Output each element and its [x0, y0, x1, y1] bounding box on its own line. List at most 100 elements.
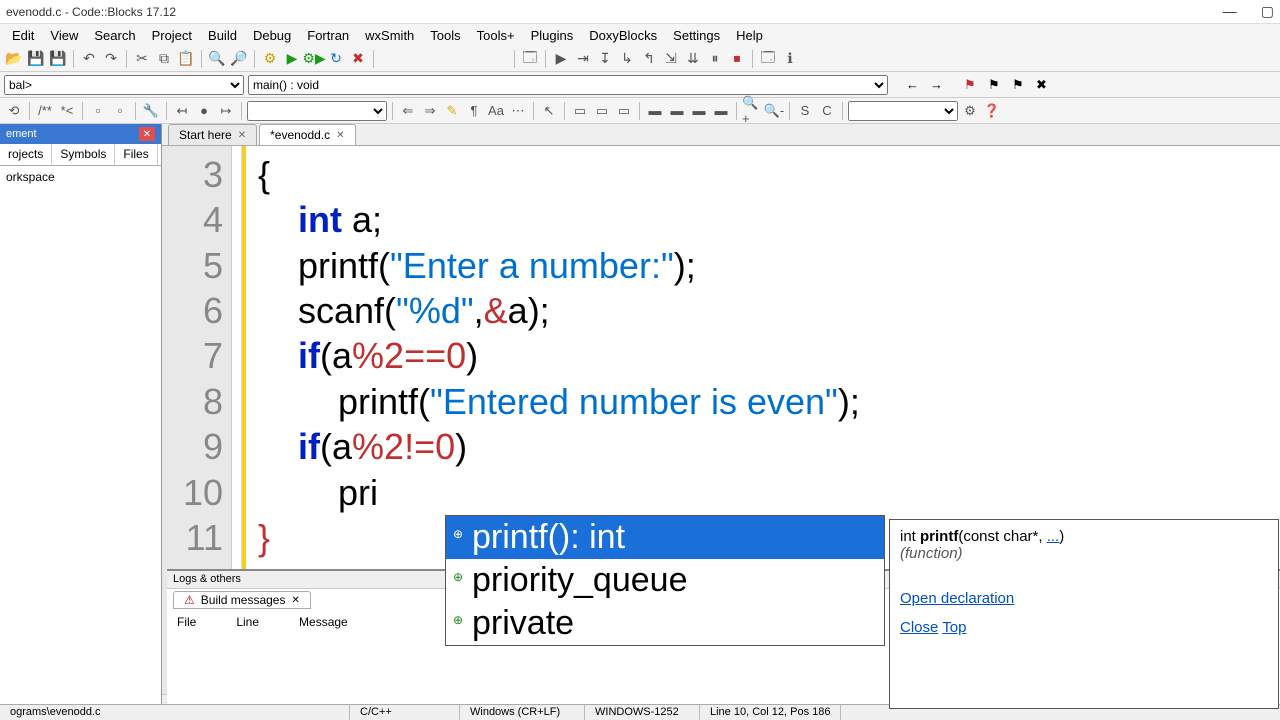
select-icon[interactable]: ↖: [539, 101, 559, 121]
menu-view[interactable]: View: [42, 26, 86, 45]
menu-plugins[interactable]: Plugins: [523, 26, 582, 45]
run-icon[interactable]: ▶: [282, 49, 302, 69]
next-instr-icon[interactable]: ⇲: [661, 49, 681, 69]
block3-icon[interactable]: ▭: [614, 101, 634, 121]
gear-icon[interactable]: ⚙: [960, 101, 980, 121]
bookmark-prev-icon[interactable]: ⚑: [988, 77, 1008, 93]
block7-icon[interactable]: ▬: [711, 101, 731, 121]
jump-back-icon[interactable]: ↤: [172, 101, 192, 121]
stop-icon[interactable]: ⏹: [727, 49, 747, 69]
comment2-icon[interactable]: *<: [57, 101, 77, 121]
pilcrow-icon[interactable]: ¶: [464, 101, 484, 121]
block2-icon[interactable]: ▭: [592, 101, 612, 121]
close-icon[interactable]: ✕: [238, 130, 246, 141]
close-icon[interactable]: ✕: [291, 595, 299, 606]
block4-icon[interactable]: ▬: [645, 101, 665, 121]
autocomplete-item[interactable]: ⊕private: [446, 602, 884, 645]
minimize-icon[interactable]: —: [1223, 3, 1237, 20]
highlight-icon[interactable]: ✎: [442, 101, 462, 121]
zoom-in-icon[interactable]: 🔍+: [742, 101, 762, 121]
workspace-node[interactable]: orkspace: [6, 170, 55, 184]
zoom-out-icon[interactable]: 🔍-: [764, 101, 784, 121]
block6-icon[interactable]: ▬: [689, 101, 709, 121]
redo-icon[interactable]: ↷: [101, 49, 121, 69]
menu-tools+[interactable]: Tools+: [469, 26, 523, 45]
debug-target-icon[interactable]: 🗔: [520, 49, 540, 69]
build-icon[interactable]: ⚙: [260, 49, 280, 69]
open-declaration-link[interactable]: Open declaration: [900, 590, 1014, 607]
save-icon[interactable]: 💾: [26, 49, 46, 69]
autocomplete-item[interactable]: ⊕priority_queue: [446, 559, 884, 602]
maximize-icon[interactable]: ▢: [1261, 3, 1274, 20]
next-line-icon[interactable]: ↧: [595, 49, 615, 69]
menu-tools[interactable]: Tools: [422, 26, 468, 45]
panel-close-icon[interactable]: ✕: [139, 127, 155, 141]
arrow-r-icon[interactable]: ⇒: [420, 101, 440, 121]
bk2-icon[interactable]: ▫: [110, 101, 130, 121]
bookmark-clear-icon[interactable]: ✖: [1036, 77, 1056, 93]
toggle-source-icon[interactable]: ⟲: [4, 101, 24, 121]
target-select[interactable]: [247, 101, 387, 121]
tool-icon[interactable]: 🔧: [141, 101, 161, 121]
block5-icon[interactable]: ▬: [667, 101, 687, 121]
help-icon[interactable]: ❓: [982, 101, 1002, 121]
sidebar-tab-rojects[interactable]: rojects: [0, 144, 52, 165]
menu-wxsmith[interactable]: wxSmith: [357, 26, 422, 45]
c-icon[interactable]: C: [817, 101, 837, 121]
menu-help[interactable]: Help: [728, 26, 771, 45]
paste-icon[interactable]: 📋: [176, 49, 196, 69]
step-into-icon[interactable]: ↳: [617, 49, 637, 69]
function-select[interactable]: main() : void: [248, 75, 888, 95]
file-tab[interactable]: *evenodd.c✕: [259, 124, 355, 145]
close-icon[interactable]: ✕: [336, 130, 344, 141]
abort-icon[interactable]: ✖: [348, 49, 368, 69]
step-out-icon[interactable]: ↰: [639, 49, 659, 69]
menu-edit[interactable]: Edit: [4, 26, 42, 45]
block1-icon[interactable]: ▭: [570, 101, 590, 121]
menu-project[interactable]: Project: [144, 26, 200, 45]
debug-windows-icon[interactable]: 🗔: [758, 49, 778, 69]
search-combo[interactable]: [848, 101, 958, 121]
menu-build[interactable]: Build: [200, 26, 245, 45]
tab-build-messages[interactable]: ⚠ Build messages ✕: [173, 591, 311, 609]
jump-fwd-icon[interactable]: ↦: [216, 101, 236, 121]
top-link[interactable]: Top: [942, 619, 966, 636]
sidebar-tab-files[interactable]: Files: [115, 144, 157, 165]
bk1-icon[interactable]: ▫: [88, 101, 108, 121]
copy-icon[interactable]: ⧉: [154, 49, 174, 69]
build-run-icon[interactable]: ⚙▶: [304, 49, 324, 69]
undo-icon[interactable]: ↶: [79, 49, 99, 69]
nav-fwd-icon[interactable]: →: [930, 77, 950, 92]
dots-icon[interactable]: ⋯: [508, 101, 528, 121]
cut-icon[interactable]: ✂: [132, 49, 152, 69]
menu-debug[interactable]: Debug: [245, 26, 299, 45]
sidebar-tab-symbols[interactable]: Symbols: [52, 144, 115, 165]
run-to-cursor-icon[interactable]: ⇥: [573, 49, 593, 69]
autocomplete-popup[interactable]: ⊕printf(): int⊕priority_queue⊕private: [445, 515, 885, 646]
varargs-link[interactable]: ...: [1047, 528, 1060, 545]
nav-back-icon[interactable]: ←: [906, 77, 926, 92]
bookmark-flag-icon[interactable]: ⚑: [964, 77, 984, 93]
info-icon[interactable]: ℹ: [780, 49, 800, 69]
menu-doxyblocks[interactable]: DoxyBlocks: [581, 26, 665, 45]
s-icon[interactable]: S: [795, 101, 815, 121]
break-icon[interactable]: ⏸: [705, 49, 725, 69]
step-instr-icon[interactable]: ⇊: [683, 49, 703, 69]
scope-select[interactable]: bal>: [4, 75, 244, 95]
menu-settings[interactable]: Settings: [665, 26, 728, 45]
comment-icon[interactable]: /**: [35, 101, 55, 121]
find-icon[interactable]: 🔍: [207, 49, 227, 69]
jump-here-icon[interactable]: ●: [194, 101, 214, 121]
replace-icon[interactable]: 🔎: [229, 49, 249, 69]
bookmark-next-icon[interactable]: ⚑: [1012, 77, 1032, 93]
save-all-icon[interactable]: 💾: [48, 49, 68, 69]
arrow-l-icon[interactable]: ⇐: [398, 101, 418, 121]
open-icon[interactable]: 📂: [4, 49, 24, 69]
aa-icon[interactable]: Aa: [486, 101, 506, 121]
debug-run-icon[interactable]: ▶: [551, 49, 571, 69]
menu-search[interactable]: Search: [86, 26, 143, 45]
close-link[interactable]: Close: [900, 619, 938, 636]
autocomplete-item[interactable]: ⊕printf(): int: [446, 516, 884, 559]
file-tab[interactable]: Start here✕: [168, 124, 257, 145]
menu-fortran[interactable]: Fortran: [299, 26, 357, 45]
